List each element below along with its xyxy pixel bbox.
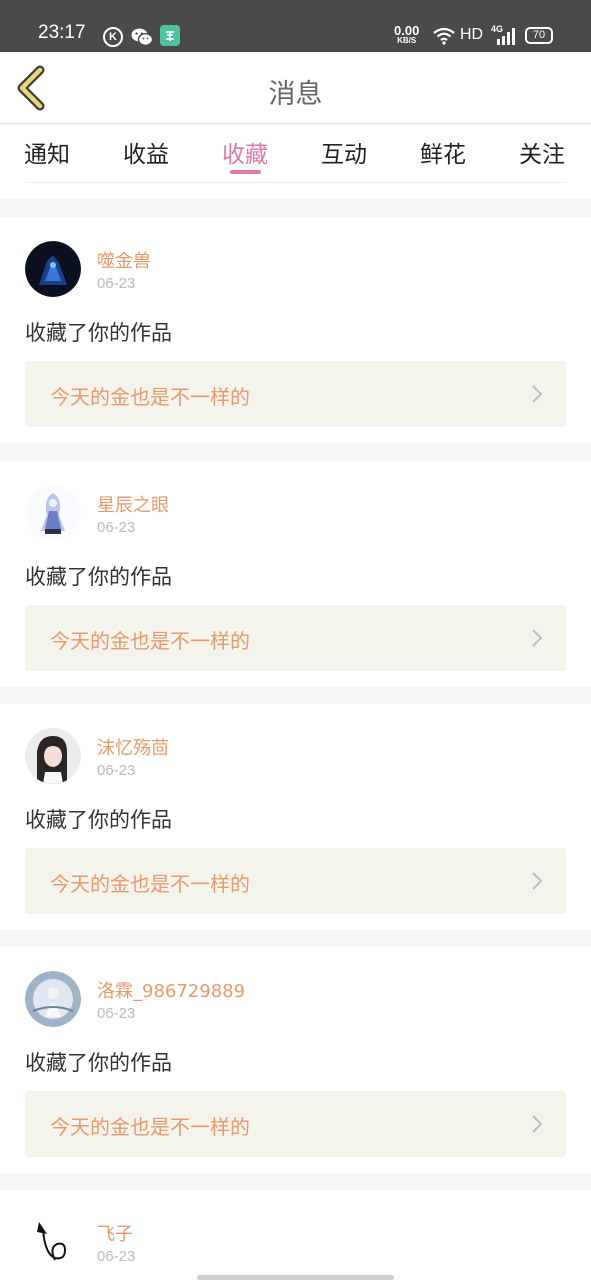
top-app-bar: 消息 xyxy=(0,52,591,124)
work-link[interactable]: 今天的金也是不一样的 xyxy=(25,361,566,427)
chevron-right-icon xyxy=(532,629,543,647)
battery-icon: 70 xyxy=(525,27,553,44)
action-text: 收藏了你的作品 xyxy=(25,808,172,832)
action-text: 收藏了你的作品 xyxy=(25,565,172,589)
list-item: 星辰之眼 06-23 收藏了你的作品 今天的金也是不一样的 xyxy=(0,461,591,687)
page-title: 消息 xyxy=(268,79,323,110)
status-bar: 23:17 K 0.00 KB/S HD 4G 70 xyxy=(0,0,591,52)
username[interactable]: 噬金兽 xyxy=(97,247,151,273)
avatar[interactable] xyxy=(25,485,81,541)
avatar[interactable] xyxy=(25,1214,81,1270)
chevron-right-icon xyxy=(532,385,543,403)
work-title: 今天的金也是不一样的 xyxy=(50,872,250,896)
work-title: 今天的金也是不一样的 xyxy=(50,385,250,409)
wechat-icon xyxy=(131,28,153,46)
username[interactable]: 洛霖_986729889 xyxy=(97,977,245,1003)
active-tab-indicator xyxy=(230,170,261,174)
username[interactable]: 飞子 xyxy=(97,1220,133,1246)
home-indicator[interactable] xyxy=(197,1275,394,1280)
status-time: 23:17 xyxy=(38,22,86,43)
tab-interactions[interactable]: 互动 xyxy=(321,135,367,169)
tab-earnings[interactable]: 收益 xyxy=(123,135,169,169)
list-item: 飞子 06-23 xyxy=(0,1190,591,1280)
date: 06-23 xyxy=(97,762,136,779)
work-title: 今天的金也是不一样的 xyxy=(50,1115,250,1139)
work-link[interactable]: 今天的金也是不一样的 xyxy=(25,1091,566,1157)
avatar[interactable] xyxy=(25,728,81,784)
avatar[interactable] xyxy=(25,971,81,1027)
avatar[interactable] xyxy=(25,241,81,297)
k-app-icon: K xyxy=(103,27,123,47)
network-hd-label: HD xyxy=(460,26,484,43)
chevron-right-icon xyxy=(532,872,543,890)
action-text: 收藏了你的作品 xyxy=(25,321,172,345)
date: 06-23 xyxy=(97,1005,136,1022)
list-item: 沫忆殇茴 06-23 收藏了你的作品 今天的金也是不一样的 xyxy=(0,704,591,930)
tab-bar: 通知 收益 收藏 互动 鲜花 关注 xyxy=(0,125,591,199)
network-speed-unit: KB/S xyxy=(397,36,417,45)
date: 06-23 xyxy=(97,519,136,536)
action-text: 收藏了你的作品 xyxy=(25,1051,172,1075)
chevron-right-icon xyxy=(532,1115,543,1133)
tab-notifications[interactable]: 通知 xyxy=(24,135,70,169)
date: 06-23 xyxy=(97,275,136,292)
username[interactable]: 沫忆殇茴 xyxy=(97,734,169,760)
wifi-icon xyxy=(433,27,455,45)
list-item: 噬金兽 06-23 收藏了你的作品 今天的金也是不一样的 xyxy=(0,217,591,443)
tab-flowers[interactable]: 鲜花 xyxy=(420,135,466,169)
work-link[interactable]: 今天的金也是不一样的 xyxy=(25,605,566,671)
work-title: 今天的金也是不一样的 xyxy=(50,629,250,653)
signal-icon xyxy=(497,28,515,45)
app-notification-icon xyxy=(160,25,180,46)
tab-following[interactable]: 关注 xyxy=(519,135,565,169)
list-item: 洛霖_986729889 06-23 收藏了你的作品 今天的金也是不一样的 xyxy=(0,947,591,1173)
tabs-divider xyxy=(25,182,566,183)
username[interactable]: 星辰之眼 xyxy=(97,491,169,517)
network-speed: 0.00 KB/S xyxy=(394,24,419,45)
work-link[interactable]: 今天的金也是不一样的 xyxy=(25,848,566,914)
tab-favorites[interactable]: 收藏 xyxy=(222,135,268,169)
date: 06-23 xyxy=(97,1248,136,1265)
